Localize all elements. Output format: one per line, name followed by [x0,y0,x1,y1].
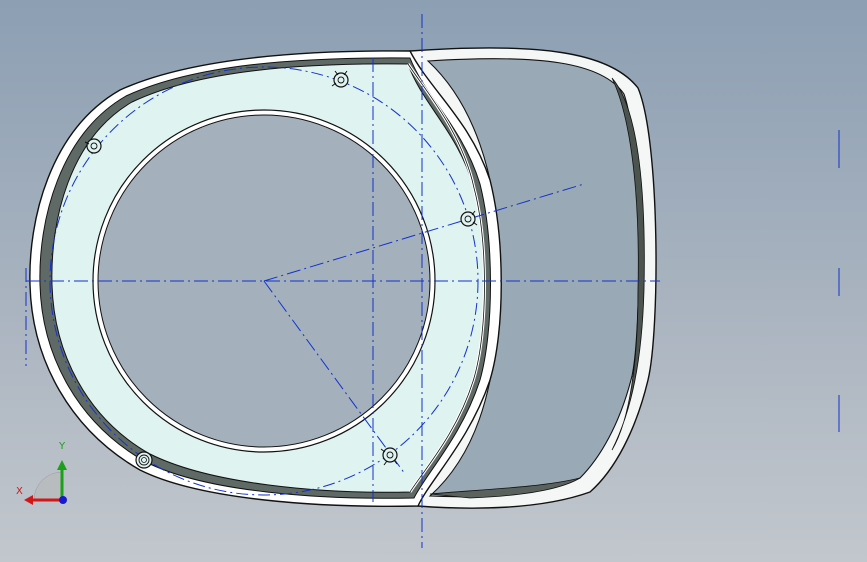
y-arrow-icon [57,460,67,470]
3d-model-view[interactable] [0,0,867,562]
cad-viewport[interactable]: X Y [0,0,867,562]
x-arrow-icon [24,495,33,505]
ring-body[interactable] [29,50,502,507]
triad-y-label: Y [59,441,66,452]
ring-boss-icon[interactable] [135,451,153,469]
axis-triad[interactable] [24,460,67,505]
triad-plane-icon [33,471,63,501]
z-axis-icon [59,496,67,504]
triad-x-label: X [16,486,23,497]
